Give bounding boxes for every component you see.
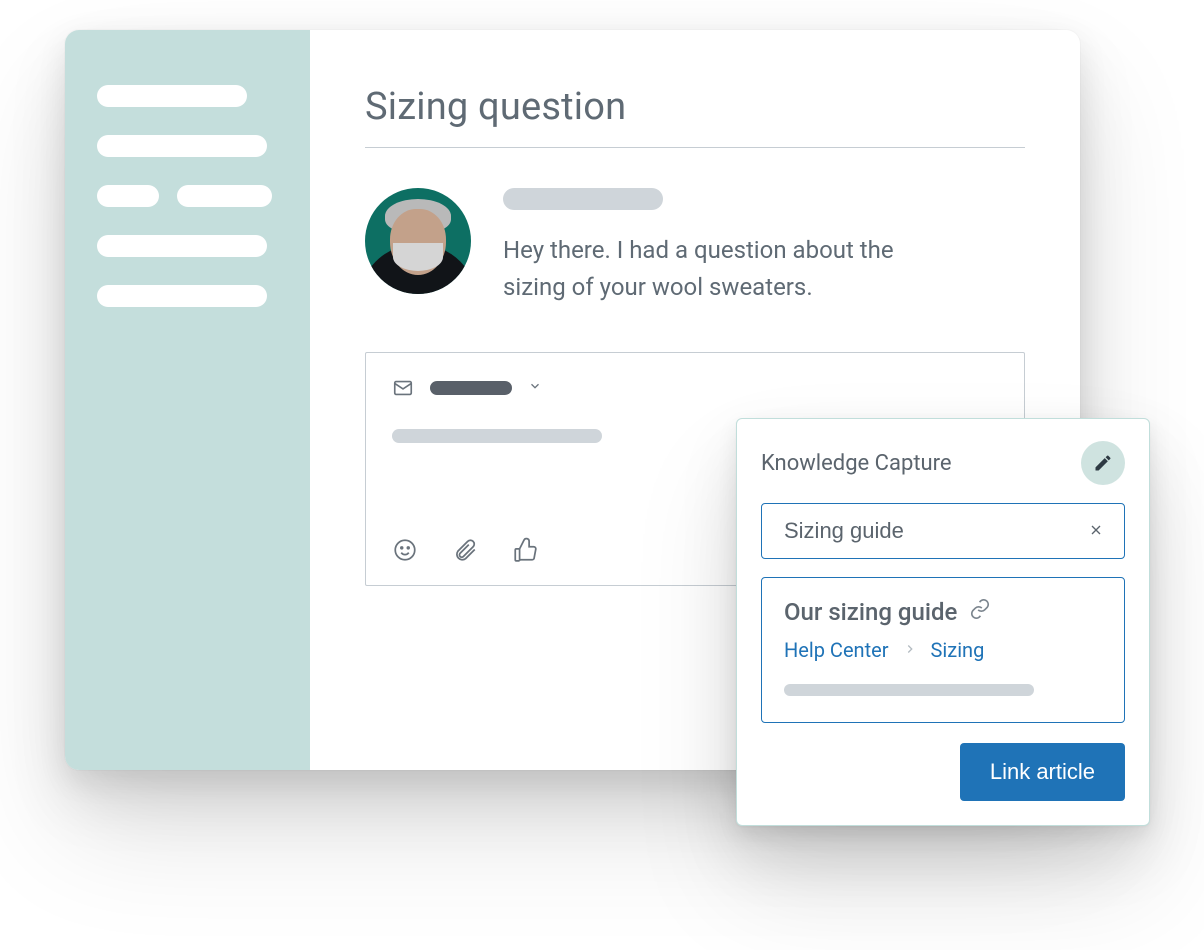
chevron-right-icon <box>903 640 917 661</box>
breadcrumb: Help Center Sizing <box>784 638 1102 662</box>
edit-button[interactable] <box>1081 441 1125 485</box>
link-icon <box>969 598 991 626</box>
link-article-button[interactable]: Link article <box>960 743 1125 801</box>
knowledge-capture-panel: Knowledge Capture Our sizing guide Help … <box>736 418 1150 826</box>
search-result[interactable]: Our sizing guide Help Center Sizing <box>761 577 1125 723</box>
paperclip-icon[interactable] <box>452 537 478 567</box>
result-snippet-placeholder <box>784 684 1034 696</box>
search-input[interactable] <box>782 517 1074 545</box>
panel-title: Knowledge Capture <box>761 451 952 476</box>
sidebar <box>65 30 310 770</box>
sidebar-item[interactable] <box>97 135 267 157</box>
sidebar-item[interactable] <box>97 235 267 257</box>
reply-type-selector[interactable] <box>430 381 512 395</box>
search-box[interactable] <box>761 503 1125 559</box>
chevron-down-icon[interactable] <box>528 379 542 397</box>
close-icon <box>1088 522 1104 538</box>
breadcrumb-section[interactable]: Sizing <box>931 638 985 662</box>
message-text: Hey there. I had a question about the si… <box>503 232 953 306</box>
divider <box>365 147 1025 148</box>
sidebar-item[interactable] <box>97 85 247 107</box>
sidebar-item[interactable] <box>97 185 159 207</box>
customer-name-placeholder <box>503 188 663 210</box>
pencil-icon <box>1093 453 1113 473</box>
avatar <box>365 188 471 294</box>
result-title: Our sizing guide <box>784 598 957 626</box>
reply-body-placeholder[interactable] <box>392 429 602 443</box>
sidebar-item[interactable] <box>97 285 267 307</box>
emoji-icon[interactable] <box>392 537 418 567</box>
clear-search-button[interactable] <box>1084 517 1108 545</box>
customer-message: Hey there. I had a question about the si… <box>365 188 1025 306</box>
ticket-title: Sizing question <box>365 85 1025 129</box>
thumbs-up-icon[interactable] <box>512 537 538 567</box>
breadcrumb-root[interactable]: Help Center <box>784 638 889 662</box>
sidebar-item[interactable] <box>177 185 272 207</box>
mail-icon <box>392 377 414 399</box>
